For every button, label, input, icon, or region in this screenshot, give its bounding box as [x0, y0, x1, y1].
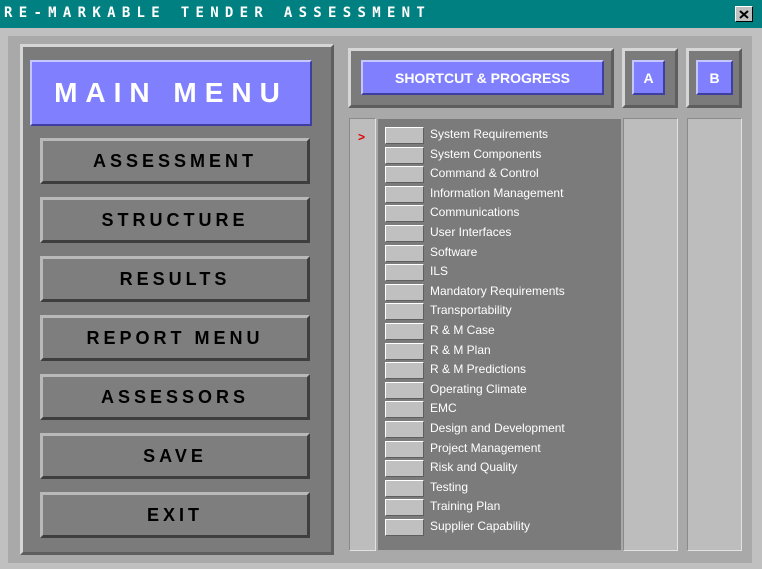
- progress-item: Communications: [385, 204, 625, 223]
- progress-item-label: Training Plan: [430, 499, 501, 514]
- progress-item: Training Plan: [385, 498, 625, 517]
- results-button[interactable]: RESULTS: [40, 256, 310, 302]
- progress-item-label: R & M Case: [430, 323, 495, 337]
- shortcut-button[interactable]: [385, 225, 424, 242]
- column-b-button[interactable]: B: [696, 60, 733, 95]
- progress-item: Risk and Quality: [385, 459, 625, 478]
- shortcut-button[interactable]: [385, 146, 424, 164]
- column-a-values: [623, 118, 678, 551]
- structure-button[interactable]: STRUCTURE: [40, 197, 310, 243]
- shortcut-button[interactable]: [385, 323, 424, 340]
- shortcut-button[interactable]: [385, 499, 424, 517]
- progress-item: User Interfaces: [385, 224, 625, 243]
- progress-item-label: Project Management: [430, 440, 541, 455]
- progress-item-label: Design and Development: [430, 421, 565, 435]
- shortcut-button[interactable]: [385, 440, 424, 458]
- shortcut-button[interactable]: [385, 127, 424, 144]
- progress-item-label: User Interfaces: [430, 225, 512, 239]
- shortcut-button[interactable]: [385, 205, 424, 223]
- assessment-button[interactable]: ASSESSMENT: [40, 138, 310, 184]
- shortcut-button[interactable]: [385, 185, 424, 203]
- assessors-button[interactable]: ASSESSORS: [40, 374, 310, 420]
- progress-item: R & M Plan: [385, 342, 625, 361]
- shortcut-button[interactable]: [385, 342, 424, 360]
- progress-item-label: System Requirements: [430, 127, 549, 141]
- progress-item-label: System Components: [430, 146, 542, 161]
- current-section-marker: >: [358, 130, 366, 144]
- progress-item-label: Communications: [430, 205, 520, 220]
- main-menu-button[interactable]: MAIN MENU: [30, 60, 312, 126]
- close-icon: [739, 9, 749, 19]
- report-menu-button[interactable]: REPORT MENU: [40, 315, 310, 361]
- progress-item: Command & Control: [385, 165, 625, 184]
- progress-item-label: Testing: [430, 479, 469, 494]
- progress-item-label: ILS: [430, 264, 449, 279]
- progress-item-label: Software: [430, 244, 478, 259]
- progress-item: R & M Case: [385, 322, 625, 341]
- window-title: RE-MARKABLE TENDER ASSESSMENT: [4, 5, 432, 21]
- shortcut-button[interactable]: [385, 381, 424, 399]
- progress-item-label: Operating Climate: [430, 381, 527, 396]
- progress-item: Operating Climate: [385, 381, 625, 400]
- exit-button[interactable]: EXIT: [40, 492, 310, 538]
- column-a-button[interactable]: A: [632, 60, 665, 95]
- shortcut-button[interactable]: [385, 519, 424, 536]
- progress-item: Mandatory Requirements: [385, 283, 625, 302]
- progress-item: Supplier Capability: [385, 518, 625, 537]
- progress-item: Transportability: [385, 302, 625, 321]
- save-button[interactable]: SAVE: [40, 433, 310, 479]
- progress-item: Software: [385, 244, 625, 263]
- progress-item: R & M Predictions: [385, 361, 625, 380]
- shortcut-button[interactable]: [385, 460, 424, 478]
- progress-item-label: EMC: [430, 401, 457, 416]
- progress-item-label: Command & Control: [430, 166, 539, 181]
- shortcut-button[interactable]: [385, 264, 424, 282]
- progress-item: Testing: [385, 479, 625, 498]
- progress-item: EMC: [385, 400, 625, 419]
- shortcut-progress-button[interactable]: SHORTCUT & PROGRESS: [361, 60, 604, 95]
- title-bar: RE-MARKABLE TENDER ASSESSMENT: [0, 0, 762, 28]
- progress-item: System Requirements: [385, 126, 625, 145]
- progress-item: Project Management: [385, 440, 625, 459]
- progress-item-label: R & M Plan: [430, 342, 491, 357]
- shortcut-button[interactable]: [385, 479, 424, 497]
- progress-item-label: Supplier Capability: [430, 519, 531, 533]
- shortcut-button[interactable]: [385, 166, 424, 184]
- shortcut-button[interactable]: [385, 421, 424, 438]
- progress-item-label: Mandatory Requirements: [430, 283, 565, 298]
- shortcut-button[interactable]: [385, 401, 424, 419]
- shortcut-button[interactable]: [385, 303, 424, 321]
- progress-item: Information Management: [385, 185, 625, 204]
- shortcut-button[interactable]: [385, 362, 424, 380]
- progress-item: System Components: [385, 146, 625, 165]
- shortcut-button[interactable]: [385, 244, 424, 262]
- marker-column: [349, 118, 376, 551]
- column-b-values: [687, 118, 742, 551]
- progress-item-label: R & M Predictions: [430, 362, 527, 377]
- progress-item-label: Transportability: [430, 303, 512, 318]
- progress-item: Design and Development: [385, 420, 625, 439]
- close-button[interactable]: [735, 6, 753, 22]
- progress-item-label: Risk and Quality: [430, 460, 518, 475]
- progress-item-label: Information Management: [430, 185, 564, 200]
- progress-item: ILS: [385, 263, 625, 282]
- shortcut-button[interactable]: [385, 283, 424, 301]
